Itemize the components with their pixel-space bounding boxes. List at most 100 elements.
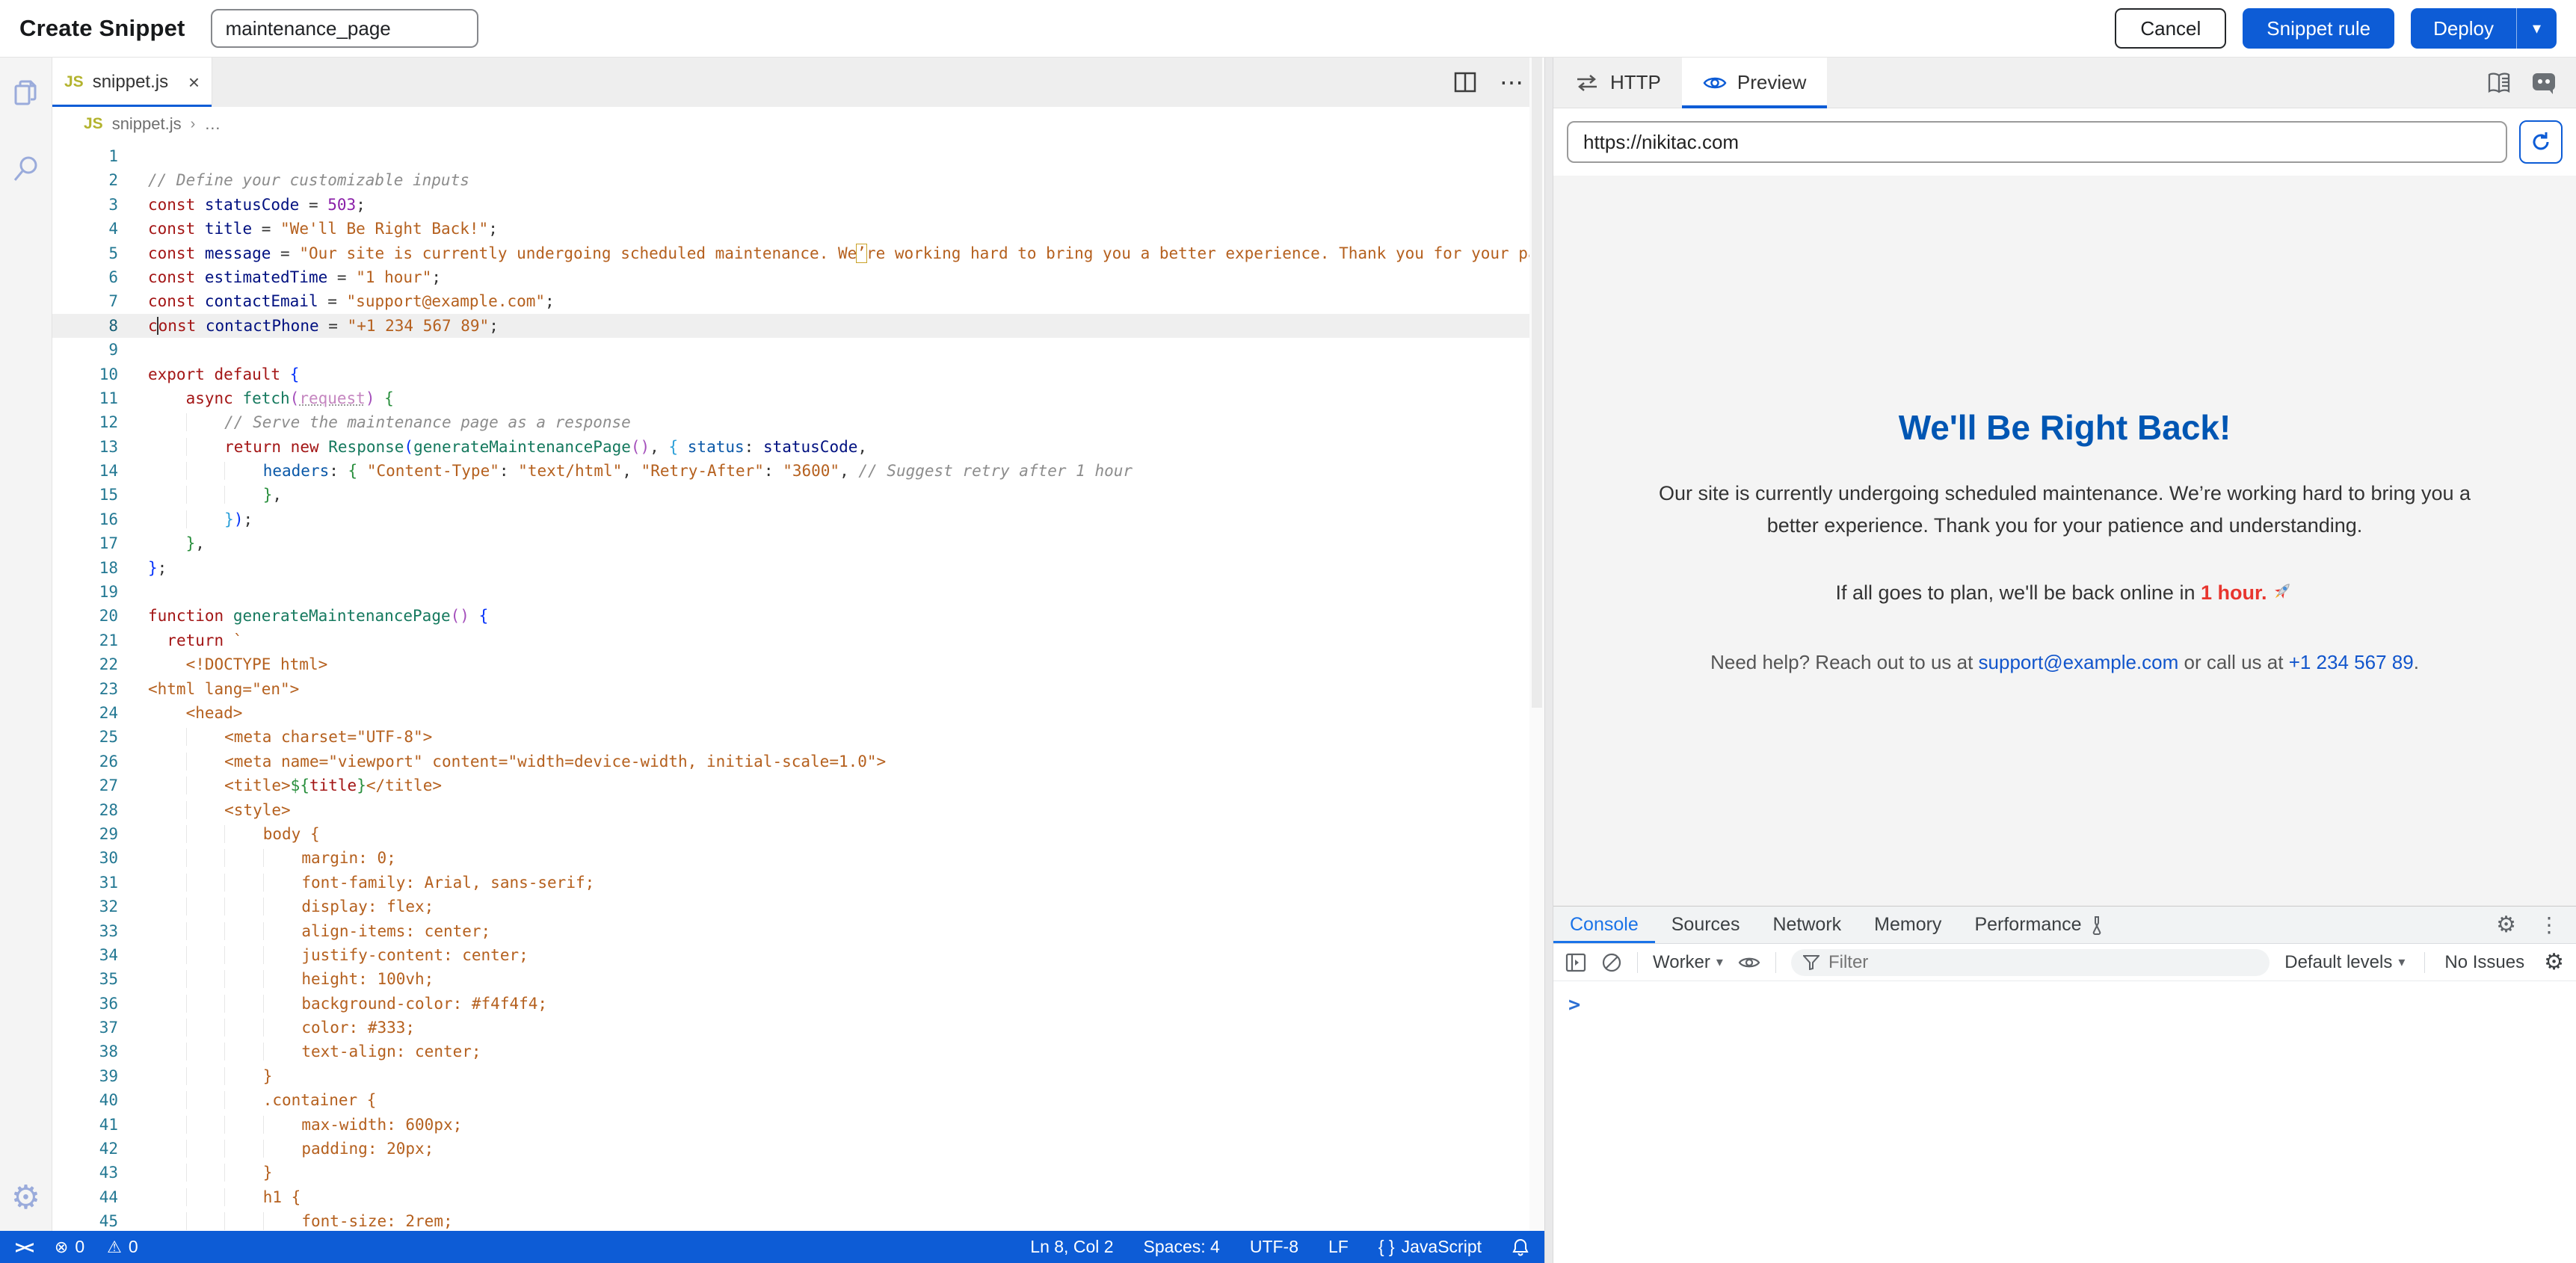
code-line[interactable]: 41 max-width: 600px;: [52, 1113, 1544, 1137]
context-selector[interactable]: Worker▾: [1653, 952, 1723, 973]
remote-indicator-icon[interactable]: ><: [15, 1237, 32, 1258]
eol-setting[interactable]: LF: [1328, 1237, 1349, 1257]
tab-preview[interactable]: Preview: [1682, 58, 1827, 108]
phone-link[interactable]: +1 234 567 89: [2289, 651, 2414, 673]
code-line[interactable]: 1: [52, 144, 1544, 168]
code-line[interactable]: 3const statusCode = 503;: [52, 193, 1544, 217]
line-content: align-items: center;: [118, 919, 490, 943]
cancel-button[interactable]: Cancel: [2115, 8, 2226, 49]
code-line[interactable]: 6const estimatedTime = "1 hour";: [52, 265, 1544, 289]
code-line[interactable]: 22 <!DOCTYPE html>: [52, 652, 1544, 676]
snippet-rule-button[interactable]: Snippet rule: [2243, 8, 2394, 49]
devtools-tab-sources[interactable]: Sources: [1655, 907, 1757, 943]
code-line[interactable]: 31 font-family: Arial, sans-serif;: [52, 871, 1544, 895]
devtools-tab-console[interactable]: Console: [1553, 907, 1655, 943]
docs-book-icon[interactable]: [2486, 71, 2512, 95]
code-editor[interactable]: 12// Define your customizable inputs3con…: [52, 141, 1544, 1231]
code-line[interactable]: 45 font-size: 2rem;: [52, 1209, 1544, 1231]
code-line[interactable]: 33 align-items: center;: [52, 919, 1544, 943]
code-line[interactable]: 32 display: flex;: [52, 895, 1544, 918]
deploy-dropdown-button[interactable]: ▾: [2516, 8, 2557, 49]
snippet-name-input[interactable]: [211, 9, 478, 48]
code-line[interactable]: 30 margin: 0;: [52, 846, 1544, 870]
issues-counter[interactable]: No Issues: [2444, 952, 2524, 973]
code-line[interactable]: 44 h1 {: [52, 1185, 1544, 1209]
console-output[interactable]: >: [1553, 981, 2576, 1263]
devtools-tab-network[interactable]: Network: [1756, 907, 1858, 943]
code-line[interactable]: 14 headers: { "Content-Type": "text/html…: [52, 459, 1544, 483]
code-line[interactable]: 27 <title>${title}</title>: [52, 773, 1544, 797]
code-line[interactable]: 17 },: [52, 531, 1544, 555]
breadcrumb[interactable]: JS snippet.js › …: [52, 107, 1544, 141]
problems-errors[interactable]: ⊗0: [55, 1237, 84, 1257]
console-prompt[interactable]: >: [1568, 993, 1580, 1016]
tab-snippet-js[interactable]: JS snippet.js ×: [52, 58, 212, 107]
code-line[interactable]: 35 height: 100vh;: [52, 967, 1544, 991]
code-line[interactable]: 21 return `: [52, 629, 1544, 652]
cursor-position[interactable]: Ln 8, Col 2: [1030, 1237, 1113, 1257]
discord-chat-icon[interactable]: [2531, 71, 2557, 95]
code-line[interactable]: 34 justify-content: center;: [52, 943, 1544, 967]
code-line[interactable]: 29 body {: [52, 822, 1544, 846]
code-line[interactable]: 19: [52, 580, 1544, 604]
kebab-menu-icon[interactable]: ⋮: [2539, 912, 2560, 937]
problems-warnings[interactable]: ⚠0: [107, 1237, 138, 1257]
code-line[interactable]: 5const message = "Our site is currently …: [52, 241, 1544, 265]
close-icon[interactable]: ×: [188, 71, 200, 94]
code-line[interactable]: 15 },: [52, 483, 1544, 507]
code-line[interactable]: 24 <head>: [52, 701, 1544, 725]
language-mode[interactable]: { }JavaScript: [1378, 1237, 1482, 1257]
files-icon[interactable]: [10, 77, 43, 110]
settings-gear-icon[interactable]: ⚙: [11, 1182, 40, 1214]
code-line[interactable]: 39 }: [52, 1064, 1544, 1088]
code-line[interactable]: 16 });: [52, 507, 1544, 531]
devtools-tab-performance[interactable]: Performance: [1958, 907, 2121, 943]
code-line[interactable]: 43 }: [52, 1161, 1544, 1185]
live-expression-eye-icon[interactable]: [1738, 954, 1760, 972]
console-filter[interactable]: [1791, 949, 2270, 976]
code-line[interactable]: 28 <style>: [52, 798, 1544, 822]
log-levels-selector[interactable]: Default levels▾: [2284, 952, 2405, 973]
code-line[interactable]: 9: [52, 338, 1544, 362]
code-line[interactable]: 37 color: #333;: [52, 1016, 1544, 1040]
code-line[interactable]: 8const contactPhone = "+1 234 567 89";: [52, 314, 1544, 338]
code-line[interactable]: 2// Define your customizable inputs: [52, 168, 1544, 192]
scrollbar-thumb[interactable]: [1532, 58, 1542, 708]
code-line[interactable]: 20function generateMaintenancePage() {: [52, 604, 1544, 628]
line-content: display: flex;: [118, 895, 434, 918]
console-filter-input[interactable]: [1828, 952, 2258, 973]
devtools-settings-gear-icon[interactable]: ⚙: [2496, 914, 2516, 936]
console-sidebar-toggle-icon[interactable]: [1565, 953, 1586, 972]
code-line[interactable]: 25 <meta charset="UTF-8">: [52, 725, 1544, 749]
code-line[interactable]: 18};: [52, 556, 1544, 580]
url-input[interactable]: [1567, 121, 2507, 163]
support-email-link[interactable]: support@example.com: [1979, 651, 2179, 673]
code-line[interactable]: 23<html lang="en">: [52, 677, 1544, 701]
code-line[interactable]: 13 return new Response(generateMaintenan…: [52, 435, 1544, 459]
editor-scrollbar[interactable]: [1529, 58, 1544, 1231]
tab-http[interactable]: HTTP: [1553, 58, 1682, 108]
pane-divider[interactable]: [1544, 58, 1553, 1263]
clear-console-icon[interactable]: [1601, 952, 1622, 973]
indentation-setting[interactable]: Spaces: 4: [1144, 1237, 1220, 1257]
deploy-button[interactable]: Deploy: [2411, 8, 2516, 49]
code-line[interactable]: 11 async fetch(request) {: [52, 386, 1544, 410]
code-line[interactable]: 42 padding: 20px;: [52, 1137, 1544, 1161]
code-line[interactable]: 4const title = "We'll Be Right Back!";: [52, 217, 1544, 241]
console-settings-gear-icon[interactable]: ⚙: [2544, 951, 2564, 974]
more-actions-icon[interactable]: ⋯: [1500, 70, 1523, 94]
code-line[interactable]: 36 background-color: #f4f4f4;: [52, 992, 1544, 1016]
code-line[interactable]: 10export default {: [52, 362, 1544, 386]
refresh-button[interactable]: [2519, 120, 2563, 164]
code-line[interactable]: 38 text-align: center;: [52, 1040, 1544, 1063]
notifications-bell-icon[interactable]: [1512, 1238, 1529, 1257]
split-editor-icon[interactable]: [1453, 71, 1477, 93]
code-line[interactable]: 12 // Serve the maintenance page as a re…: [52, 410, 1544, 434]
code-line[interactable]: 40 .container {: [52, 1088, 1544, 1112]
code-line[interactable]: 7const contactEmail = "support@example.c…: [52, 289, 1544, 313]
code-line[interactable]: 26 <meta name="viewport" content="width=…: [52, 750, 1544, 773]
search-icon[interactable]: [10, 152, 43, 185]
encoding-setting[interactable]: UTF-8: [1250, 1237, 1298, 1257]
devtools-tab-memory[interactable]: Memory: [1858, 907, 1958, 943]
line-number: 2: [52, 168, 118, 192]
